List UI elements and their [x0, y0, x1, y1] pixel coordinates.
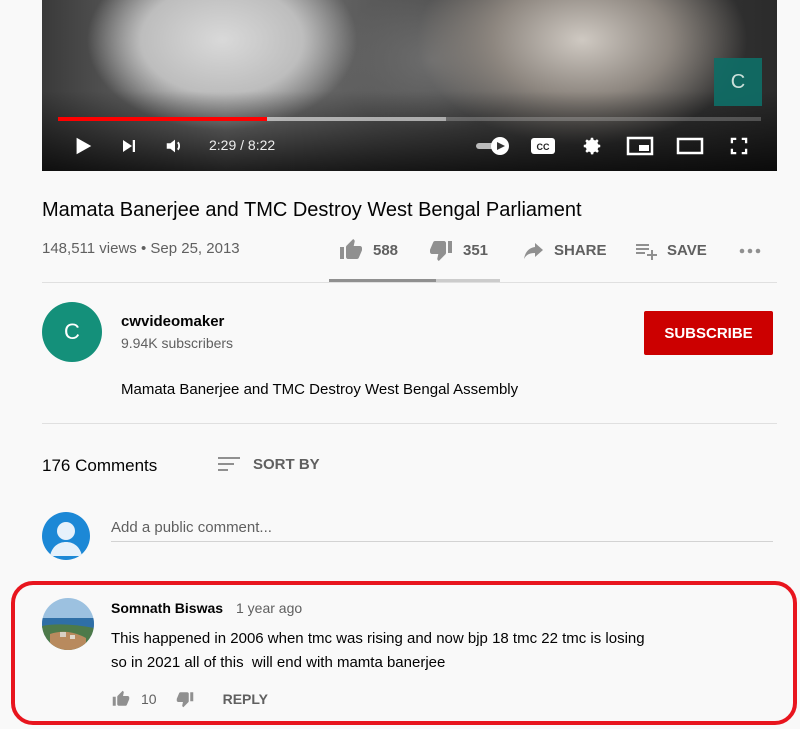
- video-meta: 148,511 views • Sep 25, 2013: [42, 240, 240, 257]
- time-display: 2:29 / 8:22: [209, 137, 276, 153]
- volume-icon: [166, 139, 181, 153]
- thumbs-up-icon: [112, 690, 130, 706]
- dislike-count: 351: [463, 241, 489, 259]
- video-description: Mamata Banerjee and TMC Destroy West Ben…: [121, 381, 519, 398]
- captions-icon: CC: [531, 138, 555, 154]
- next-button[interactable]: [116, 128, 142, 164]
- dislike-button[interactable]: 351: [427, 232, 488, 268]
- play-button[interactable]: [66, 128, 100, 164]
- settings-button[interactable]: [578, 128, 606, 164]
- comment-reply-button[interactable]: REPLY: [223, 691, 268, 707]
- sort-by-label: SORT BY: [253, 455, 320, 473]
- comment-dislike-button[interactable]: [175, 690, 195, 708]
- share-label: SHARE: [554, 241, 607, 259]
- subscribe-button[interactable]: SUBSCRIBE: [644, 311, 773, 355]
- channel-watermark[interactable]: C: [714, 58, 762, 106]
- comment-author[interactable]: Somnath Biswas: [111, 600, 223, 616]
- more-horizontal-icon: [739, 248, 761, 254]
- theater-icon: [676, 137, 704, 155]
- landscape-photo-icon: [42, 598, 94, 650]
- fullscreen-button[interactable]: [724, 128, 754, 164]
- comment-actions: 10 REPLY: [111, 688, 268, 710]
- share-icon: [524, 243, 543, 259]
- comment-timestamp[interactable]: 1 year ago: [236, 600, 302, 616]
- subscriber-count: 9.94K subscribers: [121, 335, 234, 351]
- like-button[interactable]: 588: [337, 232, 398, 268]
- gear-icon: [583, 137, 601, 155]
- channel-avatar[interactable]: C: [42, 302, 102, 362]
- share-button[interactable]: SHARE: [520, 232, 607, 268]
- comment-text-line-2: so in 2021 all of this will end with mam…: [111, 654, 446, 671]
- miniplayer-button[interactable]: [624, 128, 656, 164]
- comment-text-line-1: This happened in 2006 when tmc was risin…: [111, 630, 645, 647]
- add-comment-input[interactable]: [111, 514, 773, 542]
- comment-author-avatar[interactable]: [42, 598, 94, 650]
- view-count: 148,511 views: [42, 240, 137, 257]
- play-icon: [76, 137, 92, 155]
- playlist-add-icon: [636, 244, 657, 260]
- thumbs-down-icon: [430, 241, 452, 261]
- time-total: 8:22: [247, 137, 276, 153]
- more-actions-button[interactable]: [737, 232, 771, 268]
- next-icon: [123, 140, 135, 152]
- thumbs-up-icon: [340, 239, 362, 259]
- fullscreen-icon: [730, 137, 748, 155]
- captions-button[interactable]: CC: [528, 128, 558, 164]
- like-count: 588: [373, 241, 399, 259]
- comment-like-count: 10: [141, 691, 157, 707]
- autoplay-toggle-icon: [476, 137, 509, 155]
- miniplayer-icon: [626, 136, 654, 156]
- comment-text: This happened in 2006 when tmc was risin…: [111, 627, 645, 675]
- time-current: 2:29: [209, 137, 237, 153]
- progress-bar[interactable]: [58, 117, 761, 121]
- user-avatar: [42, 512, 90, 560]
- video-player[interactable]: C 2:29 / 8:22 CC: [42, 0, 777, 171]
- save-button[interactable]: SAVE: [633, 232, 707, 268]
- sort-by-button[interactable]: SORT BY: [217, 452, 320, 476]
- volume-button[interactable]: [160, 128, 190, 164]
- progress-played: [58, 117, 267, 121]
- divider-top: [42, 282, 777, 283]
- comments-count: 176 Comments: [42, 456, 158, 475]
- video-title: Mamata Banerjee and TMC Destroy West Ben…: [42, 199, 582, 221]
- person-icon: [50, 522, 82, 556]
- save-label: SAVE: [667, 241, 707, 259]
- sort-icon: [218, 457, 240, 471]
- divider-description: [42, 423, 777, 424]
- comment-like-button[interactable]: 10: [111, 690, 157, 708]
- theater-mode-button[interactable]: [674, 128, 706, 164]
- upload-date: Sep 25, 2013: [150, 240, 240, 257]
- player-controls: 2:29 / 8:22 CC: [42, 128, 777, 164]
- thumbs-down-icon: [176, 692, 193, 708]
- autoplay-toggle[interactable]: [472, 128, 512, 164]
- channel-name[interactable]: cwvideomaker: [121, 313, 224, 330]
- svg-text:CC: CC: [537, 142, 550, 152]
